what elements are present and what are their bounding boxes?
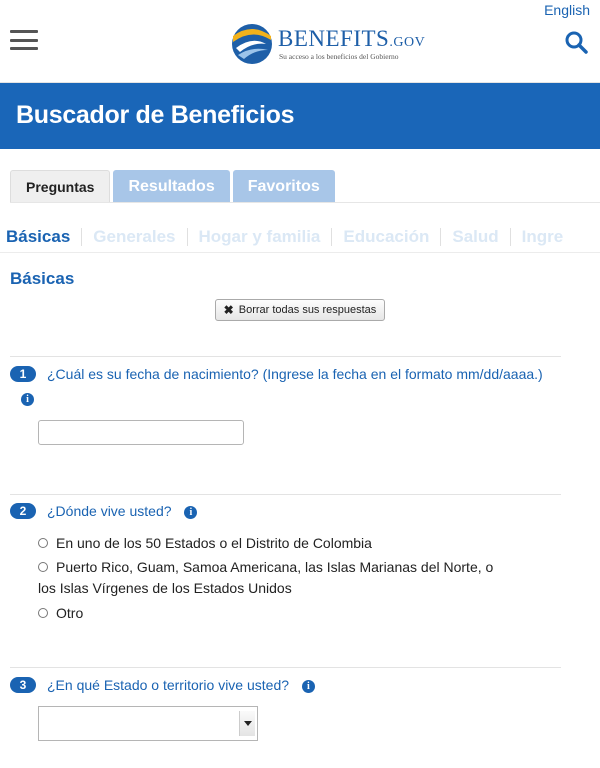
question-3-text: ¿En qué Estado o territorio vive usted? … bbox=[47, 677, 315, 693]
info-icon[interactable]: i bbox=[301, 679, 315, 693]
question-3-label: ¿En qué Estado o territorio vive usted? bbox=[47, 677, 290, 693]
search-icon[interactable] bbox=[564, 30, 588, 54]
subnav-separator bbox=[81, 228, 83, 246]
hamburger-menu-icon[interactable] bbox=[10, 30, 38, 50]
benefits-gov-logo[interactable]: BENEFITS.GOV Su acceso a los beneficios … bbox=[230, 20, 425, 68]
logo-wordmark-suffix: .GOV bbox=[389, 35, 426, 50]
logo-wordmark: BENEFITS.GOV bbox=[278, 26, 426, 51]
main-tabs: Preguntas Resultados Favoritos bbox=[10, 170, 338, 203]
title-banner: Buscador de Beneficios bbox=[0, 83, 600, 149]
question-1-text: ¿Cuál es su fecha de nacimiento? (Ingres… bbox=[47, 366, 543, 382]
birthdate-input[interactable] bbox=[38, 420, 244, 445]
question-number-badge: 3 bbox=[10, 677, 36, 693]
subnav-item-educacion[interactable]: Educación bbox=[343, 227, 429, 247]
option-label: Otro bbox=[56, 605, 84, 621]
option-label: En uno de los 50 Estados o el Distrito d… bbox=[56, 535, 372, 551]
subnav-item-basicas[interactable]: Básicas bbox=[6, 227, 70, 247]
chevron-down-icon[interactable] bbox=[239, 711, 255, 736]
subnav-item-hogar-y-familia[interactable]: Hogar y familia bbox=[199, 227, 321, 247]
subnav-item-salud[interactable]: Salud bbox=[452, 227, 498, 247]
tabs-baseline bbox=[10, 202, 600, 203]
option-label-continued: los Islas Vírgenes de los Estados Unidos bbox=[38, 580, 292, 596]
clear-answers-button[interactable]: ✖ Borrar todas sus respuestas bbox=[215, 299, 385, 321]
page-title: Buscador de Beneficios bbox=[16, 101, 295, 129]
question-2-text: ¿Dónde vive usted? i bbox=[47, 503, 198, 519]
section-title: Básicas bbox=[10, 269, 75, 288]
question-2-label: ¿Dónde vive usted? bbox=[47, 503, 172, 519]
subnav-separator bbox=[331, 228, 333, 246]
state-select[interactable] bbox=[38, 706, 258, 741]
tab-preguntas[interactable]: Preguntas bbox=[10, 170, 111, 203]
residence-option-states[interactable]: En uno de los 50 Estados o el Distrito d… bbox=[38, 533, 372, 554]
subnav-item-generales[interactable]: Generales bbox=[93, 227, 175, 247]
radio-button[interactable] bbox=[38, 538, 48, 548]
question-divider bbox=[10, 667, 561, 668]
question-number-badge: 1 bbox=[10, 366, 36, 382]
question-divider bbox=[10, 356, 561, 357]
tab-resultados[interactable]: Resultados bbox=[113, 170, 230, 203]
category-nav: Básicas Generales Hogar y familia Educac… bbox=[6, 222, 563, 252]
subnav-item-ingresos[interactable]: Ingre bbox=[522, 227, 564, 247]
radio-button[interactable] bbox=[38, 608, 48, 618]
site-header: English BENEFITS.GOV Su acceso a los ben… bbox=[0, 0, 600, 82]
info-icon[interactable]: i bbox=[21, 393, 34, 407]
subnav-separator bbox=[509, 228, 511, 246]
logo-mark-icon bbox=[232, 24, 272, 64]
option-label: Puerto Rico, Guam, Samoa Americana, las … bbox=[56, 559, 494, 575]
language-link[interactable]: English bbox=[544, 2, 590, 18]
subnav-separator bbox=[440, 228, 442, 246]
tab-favoritos[interactable]: Favoritos bbox=[232, 170, 335, 203]
question-number-badge: 2 bbox=[10, 503, 36, 519]
question-1-info: i bbox=[21, 391, 34, 409]
clear-answers-label: Borrar todas sus respuestas bbox=[238, 304, 377, 316]
logo-tagline: Su acceso a los beneficios del Gobierno bbox=[279, 52, 399, 61]
info-icon[interactable]: i bbox=[184, 505, 198, 519]
subnav-divider bbox=[0, 252, 600, 253]
residence-option-other[interactable]: Otro bbox=[38, 603, 83, 624]
radio-button[interactable] bbox=[38, 562, 48, 572]
subnav-separator bbox=[186, 228, 188, 246]
close-icon: ✖ bbox=[223, 303, 234, 317]
question-divider bbox=[10, 494, 561, 495]
residence-option-territories[interactable]: Puerto Rico, Guam, Samoa Americana, las … bbox=[38, 557, 493, 578]
